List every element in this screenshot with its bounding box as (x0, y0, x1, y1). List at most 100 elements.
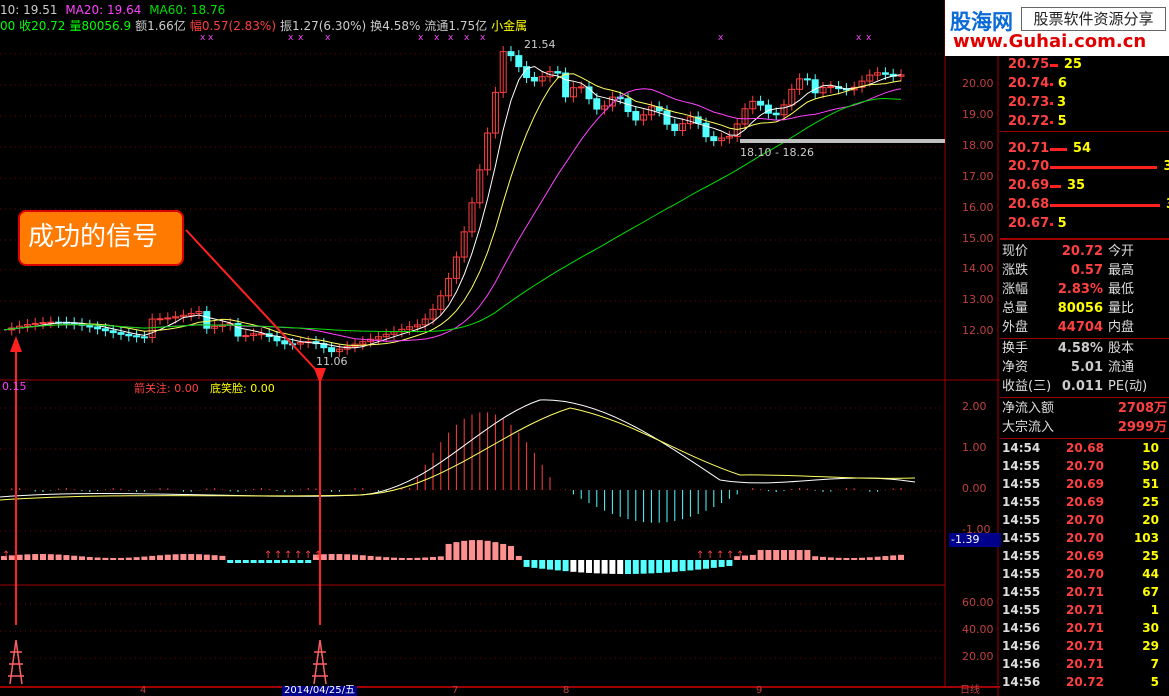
price-axis-label: 13.00 (962, 293, 994, 306)
quote-summary-item: 振1.27(6.30%) (280, 19, 367, 33)
order-volume-bar (1050, 223, 1053, 226)
quote-label-right: PE(动) (1108, 379, 1148, 394)
candle-body (47, 321, 55, 324)
order-price: 20.74 (1008, 76, 1050, 91)
kline-chart[interactable]: x x x x x x x x x x x x x↑ ↑ ↑ ↑ ↑ ↑ ↑ ↑ ↑ ↑ ↑ ↑ (0, 0, 1000, 696)
candle-body (772, 112, 780, 116)
quote-summary-item: 00 收20.72 (0, 19, 66, 33)
signal-x-mark: x (866, 33, 872, 43)
lower-bar (492, 542, 499, 560)
order-volume-bar (1050, 185, 1061, 188)
indicator-left-value: 0.15 (2, 380, 27, 393)
order-book-row: 20.69 35 (1000, 177, 1169, 195)
lower-bar (79, 556, 85, 560)
lower-bar (375, 556, 382, 560)
up-arrow-mark: ↑ (696, 550, 704, 561)
tick-row: 14:54 20.68 10 (1000, 439, 1169, 457)
candle-body (530, 76, 538, 82)
order-price: 20.67 (1008, 216, 1050, 231)
lower-bar (562, 560, 569, 572)
signal-x-mark: x (200, 33, 206, 43)
section-divider (1000, 338, 1169, 339)
lower-bar (617, 560, 624, 574)
lower-bar (851, 557, 858, 560)
price-axis-label: 15.00 (962, 232, 994, 245)
candle-body (39, 322, 47, 325)
candle-body (554, 71, 562, 74)
lower-bar (71, 555, 78, 560)
tick-time: 14:56 (1002, 675, 1041, 689)
price-axis-label: 16.00 (962, 201, 994, 214)
lower-bar (157, 555, 163, 560)
candle-body (632, 111, 640, 121)
dif-line (0, 399, 916, 498)
price-axis-label: 20.00 (962, 77, 994, 90)
quote-panel: 20.75 25 20.74 6 20.73 3 20.72 5 20.71 54 20.70 343… (1000, 0, 1169, 696)
order-book-row: 20.73 3 (1000, 94, 1169, 112)
lower-bar (609, 560, 616, 574)
ma10-value: 10: 19.51 (0, 3, 58, 17)
quote-value: 20.72 (1061, 244, 1103, 259)
lower-bar (24, 554, 31, 560)
lower-bar (63, 555, 70, 560)
up-arrow-mark: ↑ (736, 550, 744, 561)
tick-volume: 103 (1133, 531, 1159, 545)
signal-x-mark: x (418, 33, 424, 43)
candle-body (133, 335, 141, 338)
lower-bar (406, 557, 413, 560)
tick-volume: 7 (1150, 657, 1159, 671)
lower-bar (827, 557, 834, 560)
lower-bar (110, 557, 117, 560)
candle-body (803, 78, 811, 81)
quote-row: 换手 4.58% 股本 (1000, 340, 1169, 358)
tick-price: 20.70 (1066, 531, 1104, 545)
quote-summary-item: 换4.58% (370, 19, 421, 33)
tick-time: 14:56 (1002, 639, 1041, 653)
quote-label: 外盘 (1002, 320, 1029, 335)
macd-axis-label: -1.00 (962, 523, 991, 536)
tick-time: 14:55 (1002, 531, 1041, 545)
signal-x-mark: x (718, 33, 724, 43)
lower-bar (554, 560, 561, 571)
tick-price: 20.69 (1066, 549, 1104, 563)
candle-body (156, 318, 164, 321)
quote-row: 总量 80056 量比 (1000, 300, 1169, 318)
candle-body (507, 51, 515, 57)
candle-body (94, 326, 102, 330)
candle-body (881, 72, 889, 75)
lower-bar (890, 555, 897, 560)
quote-value: 0.011 (1061, 379, 1103, 394)
lower-bar (796, 550, 803, 560)
lower-bar (32, 554, 39, 560)
lower-bar (94, 557, 101, 560)
candle-body (242, 335, 250, 338)
order-volume-bar (1050, 121, 1053, 124)
lower-bar (882, 556, 889, 560)
signal-arrow-head (10, 336, 22, 352)
section-divider (1000, 397, 1169, 398)
lower-bar (250, 560, 257, 563)
lower-bar (500, 543, 507, 560)
lower-bar (398, 557, 405, 560)
quote-summary-item: 流通1.75亿 (424, 19, 488, 33)
tick-time: 14:55 (1002, 459, 1041, 473)
bottom-axis-label: 60.00 (962, 596, 994, 609)
tick-row: 14:55 20.69 51 (1000, 475, 1169, 493)
signal-x-mark: x (856, 33, 862, 43)
tower-shape (8, 639, 24, 685)
candle-body (710, 136, 718, 142)
candle-body (663, 110, 671, 125)
candle-body (671, 123, 679, 132)
order-volume: 5 (1057, 216, 1067, 231)
signal-x-mark: x (325, 33, 331, 43)
lower-bar (188, 554, 195, 560)
lower-bar (235, 560, 241, 563)
lower-bar (219, 555, 226, 560)
signal-x-mark: x (208, 33, 214, 43)
arrow-focus-label: 箭关注: 0.00 (134, 382, 199, 395)
quote-label: 总量 (1002, 301, 1029, 316)
lower-bar (203, 554, 210, 560)
macd-axis-label: 0.00 (962, 482, 987, 495)
lower-bar (671, 560, 678, 572)
lower-bar (866, 557, 873, 560)
